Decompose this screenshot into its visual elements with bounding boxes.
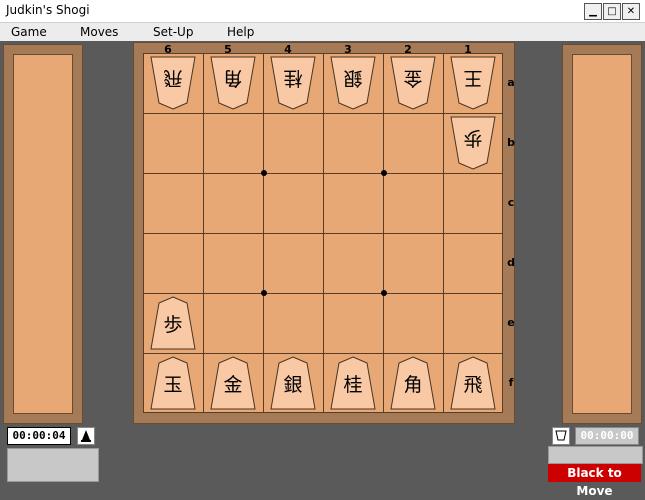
rank-label: b xyxy=(507,136,515,149)
grid-hline xyxy=(143,353,503,354)
star-point xyxy=(381,290,387,296)
info-box-right xyxy=(548,446,643,464)
piece-glyph: 角 xyxy=(403,374,423,396)
shogi-piece[interactable]: 飛 xyxy=(450,356,496,410)
piece-glyph: 王 xyxy=(463,67,483,89)
piece-glyph: 飛 xyxy=(463,374,483,396)
grid-vline xyxy=(383,53,384,413)
piece-glyph: 歩 xyxy=(463,127,483,149)
piece-glyph: 桂 xyxy=(283,67,303,89)
shogi-piece[interactable]: 歩 xyxy=(450,116,496,170)
close-button[interactable]: ✕ xyxy=(622,3,640,20)
shogi-piece[interactable]: 角 xyxy=(390,356,436,410)
captured-tray-right[interactable] xyxy=(562,44,642,424)
window-title: Judkin's Shogi xyxy=(6,3,90,17)
file-label: 2 xyxy=(404,43,412,56)
file-label: 6 xyxy=(164,43,172,56)
menu-help[interactable]: Help xyxy=(227,25,254,39)
captured-tray-left[interactable] xyxy=(3,44,83,424)
shogi-piece[interactable]: 角 xyxy=(210,56,256,110)
clock-right: 00:00:00 xyxy=(575,427,639,445)
shogi-piece[interactable]: 桂 xyxy=(330,356,376,410)
shogi-piece[interactable]: 金 xyxy=(390,56,436,110)
rank-label: a xyxy=(507,76,515,89)
shogi-piece[interactable]: 玉 xyxy=(150,356,196,410)
shogi-piece[interactable]: 飛 xyxy=(150,56,196,110)
file-label: 5 xyxy=(224,43,232,56)
star-point xyxy=(261,170,267,176)
star-point xyxy=(261,290,267,296)
shogi-piece[interactable]: 歩 xyxy=(150,296,196,350)
minimize-button[interactable]: ▁ xyxy=(584,3,602,20)
piece-glyph: 銀 xyxy=(343,67,363,89)
captured-tray-left-inner xyxy=(13,54,73,414)
shield-icon[interactable] xyxy=(552,427,570,445)
rank-label: e xyxy=(507,316,515,329)
piece-glyph: 金 xyxy=(403,67,423,89)
star-point xyxy=(381,170,387,176)
file-label: 1 xyxy=(464,43,472,56)
piece-glyph: 金 xyxy=(223,374,243,396)
piece-glyph: 歩 xyxy=(163,314,183,336)
menu-moves[interactable]: Moves xyxy=(80,25,118,39)
shogi-piece[interactable]: 王 xyxy=(450,56,496,110)
piece-glyph: 飛 xyxy=(163,67,183,89)
piece-glyph: 玉 xyxy=(163,374,183,396)
rank-label: d xyxy=(507,256,515,269)
info-box-left xyxy=(7,448,99,482)
rank-label: f xyxy=(508,376,514,389)
shogi-piece[interactable]: 金 xyxy=(210,356,256,410)
shogi-piece[interactable]: 桂 xyxy=(270,56,316,110)
shogi-piece[interactable]: 銀 xyxy=(330,56,376,110)
menu-bar: Game Moves Set-Up Help xyxy=(0,23,645,41)
piece-glyph: 角 xyxy=(223,67,243,89)
file-label: 4 xyxy=(284,43,292,56)
clock-left: 00:00:04 xyxy=(7,427,71,445)
file-label: 3 xyxy=(344,43,352,56)
menu-game[interactable]: Game xyxy=(11,25,47,39)
rank-label: c xyxy=(507,196,515,209)
grid-hline xyxy=(143,233,503,234)
piece-glyph: 桂 xyxy=(343,374,363,396)
status-label: Black to Move xyxy=(548,464,641,498)
menu-setup[interactable]: Set-Up xyxy=(153,25,193,39)
captured-tray-right-inner xyxy=(572,54,632,414)
maximize-button[interactable]: □ xyxy=(603,3,621,20)
shogi-piece[interactable]: 銀 xyxy=(270,356,316,410)
grid-vline xyxy=(443,53,444,413)
bell-icon[interactable] xyxy=(77,427,95,445)
title-bar: Judkin's Shogi ▁ □ ✕ xyxy=(0,0,645,23)
grid-hline xyxy=(143,293,503,294)
piece-glyph: 銀 xyxy=(283,374,303,396)
